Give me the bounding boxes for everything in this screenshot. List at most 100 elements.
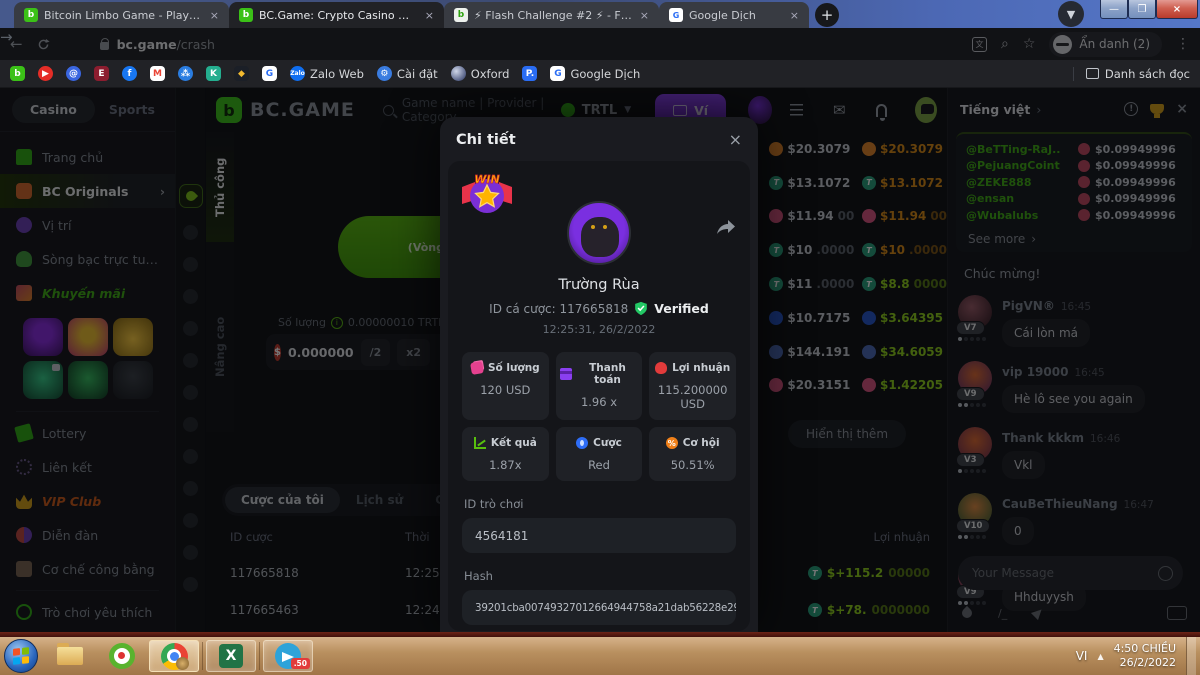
rail-game-icon[interactable] (183, 513, 198, 528)
reading-list-button[interactable]: Danh sách đọc (1073, 67, 1190, 81)
modal-close-icon[interactable]: × (729, 130, 742, 149)
bookmark-e-icon[interactable]: E (94, 66, 109, 81)
info-icon[interactable]: i (331, 317, 343, 329)
reload-icon[interactable] (37, 38, 50, 51)
gif-icon[interactable] (1167, 606, 1187, 620)
maximize-button[interactable]: ❐ (1128, 0, 1156, 19)
rail-crash-icon[interactable] (179, 184, 203, 208)
rail-game-icon[interactable] (183, 545, 198, 560)
chat-rules-icon[interactable]: ! (1124, 102, 1138, 116)
tab-search-chevron-icon[interactable]: ▼ (1058, 1, 1084, 27)
bookmark-gmail-icon[interactable]: M (150, 66, 165, 81)
bookmark-zalo[interactable]: Zalo Zalo Web (290, 66, 364, 81)
sidebar-item-lottery[interactable]: Lottery (0, 416, 175, 450)
bookmark-youtube-icon[interactable]: ▶ (38, 66, 53, 81)
show-desktop-button[interactable] (1186, 637, 1196, 675)
taskbar-coccoc[interactable] (97, 640, 147, 672)
bookmark-oxford[interactable]: Oxford (451, 66, 510, 81)
tab-close-icon[interactable]: × (208, 9, 221, 22)
rail-game-icon[interactable] (183, 321, 198, 336)
sidebar-item-bc-originals[interactable]: BC Originals › (0, 174, 175, 208)
sidebar-item-favorites[interactable]: Trò chơi yêu thích (0, 595, 175, 629)
rail-game-icon[interactable] (183, 225, 198, 240)
translate-icon[interactable]: 文 (972, 37, 987, 52)
bookmark-settings[interactable]: ⚙ Cài đặt (377, 66, 438, 81)
start-button[interactable] (4, 639, 38, 673)
emoji-icon[interactable] (1158, 566, 1173, 581)
rail-game-icon[interactable] (183, 481, 198, 496)
chat-close-icon[interactable]: × (1176, 101, 1188, 117)
rail-game-icon[interactable] (183, 449, 198, 464)
bcgame-logo[interactable]: b BC.GAME (216, 97, 355, 123)
chat-language-selector[interactable]: Tiếng việt (960, 102, 1030, 117)
menu-dots-icon[interactable]: ⋮ (1176, 36, 1190, 52)
rail-game-icon[interactable] (183, 577, 198, 592)
sidebar-item-live-casino[interactable]: Sòng bạc trực tuyến (0, 242, 175, 276)
taskbar-excel[interactable]: X (206, 640, 256, 672)
bookmark-binance-icon[interactable]: ◆ (234, 66, 249, 81)
rail-game-icon[interactable] (183, 257, 198, 272)
bookmark-at-icon[interactable]: @ (66, 66, 81, 81)
game-tile[interactable] (68, 361, 108, 399)
game-tile[interactable] (113, 318, 153, 356)
browser-tab-flash[interactable]: ⚡ Flash Challenge #2 ⚡ - Flash Ch × (444, 2, 659, 28)
chat-toggle-icon[interactable] (915, 97, 937, 123)
tray-expand-icon[interactable]: ▲ (1097, 652, 1103, 661)
bookmark-p-icon[interactable]: P. (522, 66, 537, 81)
sidebar-item-slots[interactable]: Vị trí (0, 208, 175, 242)
rail-game-icon[interactable] (183, 385, 198, 400)
player-avatar[interactable] (567, 201, 631, 265)
bookmark-share-icon[interactable]: ⁂ (178, 66, 193, 81)
tab-close-icon[interactable]: × (423, 9, 436, 22)
rocket-icon[interactable] (1031, 606, 1045, 620)
sidebar-item-affiliate[interactable]: Liên kết (0, 450, 175, 484)
tab-close-icon[interactable]: × (788, 9, 801, 22)
tab-history[interactable]: Lịch sử (340, 487, 419, 513)
slash-command-icon[interactable]: /_ (998, 607, 1007, 620)
sidebar-item-fairness[interactable]: Cơ chế công bằng (0, 552, 175, 586)
address-bar[interactable]: bc.game/crash (64, 37, 958, 52)
back-icon[interactable]: ← (10, 35, 23, 53)
show-more-button[interactable]: Hiển thị thêm (788, 420, 906, 448)
zoom-search-icon[interactable]: ⌕ (1001, 36, 1009, 52)
double-bet-button[interactable]: x2 (397, 339, 430, 366)
language-indicator[interactable]: VI (1076, 649, 1088, 663)
sidebar-item-promotions[interactable]: Khuyến mãi (0, 276, 175, 310)
rail-game-icon[interactable] (183, 417, 198, 432)
half-bet-button[interactable]: /2 (361, 339, 391, 366)
bookmark-star-icon[interactable]: ☆ (1023, 36, 1036, 52)
tab-advanced[interactable]: Nâng cao (206, 292, 234, 402)
hash-field[interactable]: 39201cba00749327012664944758a21dab56228e… (462, 590, 736, 625)
taskbar-chrome[interactable] (149, 640, 199, 672)
game-tile[interactable] (23, 318, 63, 356)
account-menu-icon[interactable] (790, 104, 803, 116)
taskbar-telegram[interactable]: .50 (263, 640, 313, 672)
browser-tab-bcgame[interactable]: BC.Game: Crypto Casino Games & × (229, 2, 444, 28)
minimize-button[interactable]: — (1100, 0, 1128, 19)
browser-tab-limbo[interactable]: Bitcoin Limbo Game - Play Limbo × (14, 2, 229, 28)
bookmark-facebook-icon[interactable]: f (122, 66, 137, 81)
sidebar-item-forum[interactable]: Diễn đàn (0, 518, 175, 552)
sidebar-item-vip-club[interactable]: VIP Club (0, 484, 175, 518)
bet-button[interactable]: (Vòng (338, 216, 448, 278)
bet-amount-input[interactable]: $ 0.000000 /2 x2 ▲▼ (266, 334, 451, 370)
rail-game-icon[interactable] (183, 289, 198, 304)
chat-message-input[interactable] (972, 566, 1158, 580)
taskbar-explorer[interactable] (45, 640, 95, 672)
share-icon[interactable] (716, 219, 736, 239)
currency-selector[interactable]: TRTL ▼ (561, 103, 631, 118)
rail-game-icon[interactable] (183, 353, 198, 368)
bookmark-kucoin-icon[interactable]: K (206, 66, 221, 81)
game-tile[interactable] (113, 361, 153, 399)
taskbar-clock[interactable]: 4:50 CHIỀU 26/2/2022 (1114, 642, 1176, 670)
game-tile[interactable] (68, 318, 108, 356)
bell-icon[interactable] (876, 104, 888, 117)
see-more-button[interactable]: See more› (966, 224, 1182, 248)
tab-manual[interactable]: Thủ công (206, 132, 234, 242)
game-tile-locked[interactable] (23, 361, 63, 399)
tab-my-bets[interactable]: Cược của tôi (225, 487, 340, 513)
bookmark-google-translate[interactable]: G Google Dịch (550, 66, 640, 81)
rain-icon[interactable] (960, 606, 974, 620)
tab-close-icon[interactable]: × (638, 9, 651, 22)
tab-sports[interactable]: Sports (109, 102, 155, 117)
